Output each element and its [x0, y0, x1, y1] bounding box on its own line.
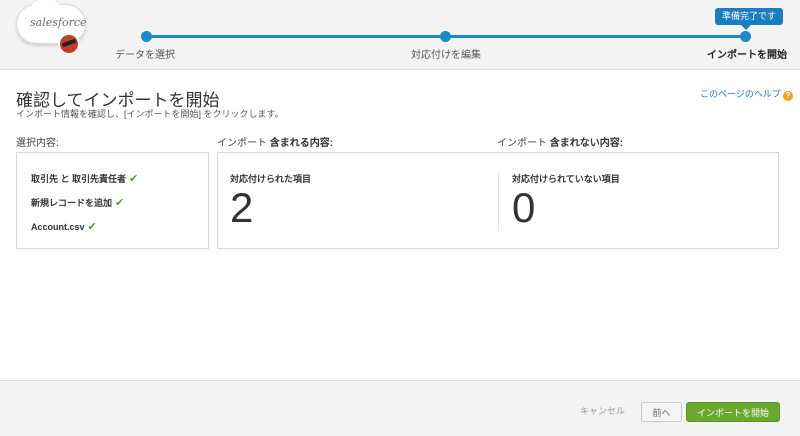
- import-summary-panel: 対応付けられた項目 2 対応付けられていない項目 0: [217, 152, 779, 249]
- checkmark-icon: ✔: [115, 197, 125, 209]
- logo-text: salesforce: [30, 16, 87, 29]
- checkmark-icon: ✔: [129, 173, 139, 185]
- step-label-edit-mapping: 対応付けを編集: [411, 50, 481, 61]
- cancel-button[interactable]: キャンセル: [580, 404, 625, 417]
- wizard-footer: キャンセル 前へ インポートを開始: [0, 380, 800, 436]
- selection-heading: 選択内容:: [16, 138, 59, 149]
- help-icon: ?: [782, 91, 793, 101]
- previous-button[interactable]: 前へ: [641, 402, 682, 422]
- help-link[interactable]: このページのヘルプ?: [700, 87, 793, 101]
- included-heading: インポート 含まれる内容:: [217, 134, 333, 149]
- unmapped-fields-count: 0: [512, 184, 536, 231]
- selection-item-file: Account.csv ✔: [31, 221, 97, 233]
- page-subtitle: インポート情報を確認し、[インポートを開始] をクリックします。: [16, 109, 284, 119]
- selection-item-object: 取引先 と 取引先責任者 ✔: [31, 173, 139, 185]
- excluded-heading-prefix: インポート: [497, 138, 547, 149]
- step-1-dot: [141, 31, 152, 42]
- ready-status-tooltip: 準備完了です: [715, 8, 784, 30]
- included-heading-suffix: 含まれる内容:: [269, 138, 334, 149]
- mapped-fields-count: 2: [230, 184, 254, 231]
- help-link-label: このページのヘルプ: [700, 89, 781, 99]
- included-heading-prefix: インポート: [217, 138, 267, 149]
- step-3-dot: [740, 31, 751, 42]
- step-label-select-data: データを選択: [115, 50, 175, 61]
- selection-item-action: 新規レコードを追加 ✔: [31, 197, 125, 209]
- excluded-heading: インポート 含まれない内容:: [497, 134, 623, 149]
- wizard-header: salesforce データを選択 対応付けを編集 インポートを開始 準備完了で…: [0, 0, 800, 70]
- start-import-button[interactable]: インポートを開始: [686, 402, 780, 422]
- checkmark-icon: ✔: [87, 221, 97, 233]
- step-label-start-import: インポートを開始: [707, 50, 787, 61]
- excluded-heading-suffix: 含まれない内容:: [549, 138, 624, 149]
- summary-divider: [498, 173, 499, 231]
- step-2-dot: [440, 31, 451, 42]
- logo-badge-icon: [58, 33, 80, 55]
- selection-panel: 取引先 と 取引先責任者 ✔ 新規レコードを追加 ✔ Account.csv ✔: [16, 152, 209, 249]
